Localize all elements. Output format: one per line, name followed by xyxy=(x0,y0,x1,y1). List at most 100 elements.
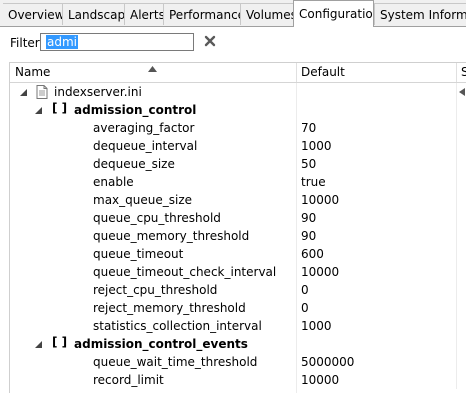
parameter-name: queue_cpu_threshold xyxy=(93,211,221,225)
parameter-name: dequeue_interval xyxy=(93,139,198,153)
column-divider xyxy=(296,317,297,335)
tab-strip: Overview Landscape Alerts Performance Vo… xyxy=(0,0,466,27)
parameter-default-value: 90 xyxy=(301,211,317,225)
filter-label: Filter: xyxy=(10,36,44,50)
tree-row-partial[interactable] xyxy=(10,389,466,393)
tree-row-parameter[interactable]: max_queue_size 10000 xyxy=(10,191,466,209)
column-divider xyxy=(296,101,297,119)
tree-row-name: indexserver.ini xyxy=(54,85,142,99)
parameter-name: reject_cpu_threshold xyxy=(93,283,218,297)
parameter-name: reject_memory_threshold xyxy=(93,301,246,315)
tree-row-parameter[interactable]: queue_wait_time_threshold 5000000 xyxy=(10,353,466,371)
tab-volumes[interactable]: Volumes xyxy=(240,3,293,25)
tab-configuration[interactable]: Configuration xyxy=(293,0,374,27)
parameter-default-value: 10000 xyxy=(301,265,340,279)
tree-row-parameter[interactable]: statistics_collection_interval 1000 xyxy=(10,317,466,335)
tree-row-parameter[interactable]: enable true xyxy=(10,173,466,191)
tab-overview[interactable]: Overview xyxy=(3,3,62,25)
parameter-name: queue_timeout_check_interval xyxy=(93,265,277,279)
column-divider xyxy=(456,353,457,371)
column-divider xyxy=(456,119,457,137)
parameter-default-value: 0 xyxy=(301,283,309,297)
column-header-name[interactable]: Name xyxy=(15,63,50,82)
column-divider xyxy=(456,263,457,281)
column-divider xyxy=(296,371,297,389)
sort-asc-icon xyxy=(148,66,157,72)
parameter-name: enable xyxy=(93,175,134,189)
column-divider xyxy=(296,281,297,299)
parameter-default-value: 10000 xyxy=(301,373,340,387)
column-divider xyxy=(456,155,457,173)
parameter-default-value: 10000 xyxy=(301,193,340,207)
tree-row-section[interactable]: [ ] admission_control_events xyxy=(10,335,466,353)
tree-row-parameter[interactable]: averaging_factor 70 xyxy=(10,119,466,137)
parameter-name: averaging_factor xyxy=(93,121,195,135)
parameter-default-value: 70 xyxy=(301,121,317,135)
parameter-name: queue_wait_time_threshold xyxy=(93,355,258,369)
column-divider xyxy=(456,173,457,191)
column-divider xyxy=(456,137,457,155)
parameter-default-value: true xyxy=(301,175,326,189)
column-header-third[interactable]: S xyxy=(461,63,466,82)
tab-performance[interactable]: Performance xyxy=(163,3,240,25)
parameter-name: queue_memory_threshold xyxy=(93,229,250,243)
tree-row-parameter[interactable]: queue_memory_threshold 90 xyxy=(10,227,466,245)
column-divider xyxy=(296,209,297,227)
parameter-name: dequeue_size xyxy=(93,157,175,171)
configuration-tree-table: Name Default S indexserver.ini [ ] admis… xyxy=(9,62,466,393)
tree-row-parameter[interactable]: reject_memory_threshold 0 xyxy=(10,299,466,317)
filter-input[interactable]: admi xyxy=(40,33,194,51)
expanded-triangle-icon[interactable] xyxy=(35,341,42,348)
column-divider xyxy=(296,173,297,191)
tree-row-parameter[interactable]: record_limit 10000 xyxy=(10,371,466,389)
tab-landscape[interactable]: Landscape xyxy=(62,3,124,25)
parameter-name: queue_timeout xyxy=(93,247,184,261)
column-divider xyxy=(296,245,297,263)
column-divider xyxy=(296,263,297,281)
parameter-default-value: 1000 xyxy=(301,139,332,153)
tree-row-parameter[interactable]: dequeue_interval 1000 xyxy=(10,137,466,155)
column-divider xyxy=(296,353,297,371)
tree-row-parameter[interactable]: reject_cpu_threshold 0 xyxy=(10,281,466,299)
column-divider xyxy=(456,191,457,209)
column-divider[interactable] xyxy=(296,63,297,82)
column-divider xyxy=(296,299,297,317)
ini-file-icon xyxy=(36,85,48,99)
parameter-default-value: 50 xyxy=(301,157,317,171)
section-bracket-icon: [ ] xyxy=(52,335,68,349)
column-header-default[interactable]: Default xyxy=(301,63,345,82)
tree-row-name: admission_control_events xyxy=(74,337,248,351)
parameter-default-value: 0 xyxy=(301,301,309,315)
column-divider xyxy=(296,155,297,173)
tree-row-parameter[interactable]: queue_timeout 600 xyxy=(10,245,466,263)
tab-alerts[interactable]: Alerts xyxy=(124,3,163,25)
column-divider xyxy=(296,191,297,209)
left-arrow-icon xyxy=(459,88,465,96)
tree-row-file[interactable]: indexserver.ini xyxy=(10,83,466,101)
parameter-default-value: 600 xyxy=(301,247,324,261)
table-header: Name Default S xyxy=(10,63,466,83)
expanded-triangle-icon[interactable] xyxy=(20,89,27,96)
x-icon[interactable] xyxy=(203,34,217,48)
tree-row-parameter[interactable]: queue_cpu_threshold 90 xyxy=(10,209,466,227)
parameter-name: max_queue_size xyxy=(93,193,193,207)
column-divider xyxy=(296,227,297,245)
column-divider xyxy=(456,209,457,227)
column-divider xyxy=(456,245,457,263)
tab-system-information[interactable]: System Informat xyxy=(374,3,466,25)
column-divider xyxy=(456,101,457,119)
expanded-triangle-icon[interactable] xyxy=(35,107,42,114)
tree-row-parameter[interactable]: queue_timeout_check_interval 10000 xyxy=(10,263,466,281)
parameter-name: record_limit xyxy=(93,373,164,387)
column-divider xyxy=(456,83,457,101)
filter-input-value: admi xyxy=(46,35,78,49)
column-divider xyxy=(456,371,457,389)
tree-row-parameter[interactable]: dequeue_size 50 xyxy=(10,155,466,173)
tree-row-section[interactable]: [ ] admission_control xyxy=(10,101,466,119)
column-divider[interactable] xyxy=(456,63,457,82)
tab-strip-baseline xyxy=(0,26,466,27)
column-divider xyxy=(456,227,457,245)
column-divider xyxy=(456,281,457,299)
parameter-default-value: 5000000 xyxy=(301,355,355,369)
tree-row-name: admission_control xyxy=(74,103,197,117)
